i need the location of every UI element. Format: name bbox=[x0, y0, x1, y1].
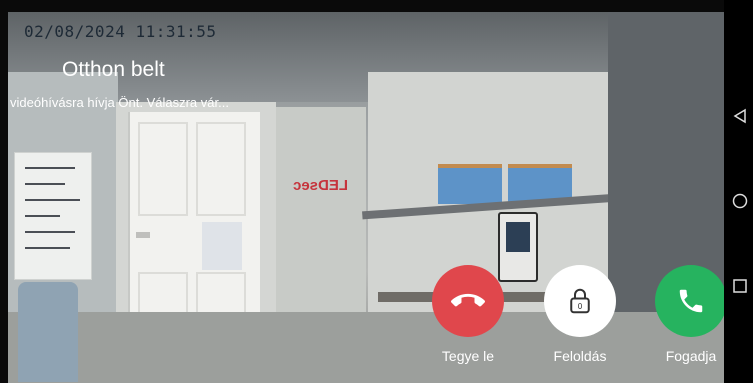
answer-label: Fogadja bbox=[665, 348, 717, 364]
shelf-box bbox=[438, 164, 502, 204]
wall-poster bbox=[14, 152, 92, 280]
unlock-button[interactable]: 0 Feloldás bbox=[535, 265, 625, 364]
back-icon[interactable] bbox=[732, 108, 748, 124]
answer-button[interactable]: Fogadja bbox=[646, 265, 736, 364]
hang-up-icon bbox=[451, 293, 485, 307]
system-nav-bar bbox=[724, 0, 753, 383]
hang-up-button[interactable]: Tegye le bbox=[423, 265, 513, 364]
answer-circle[interactable] bbox=[655, 265, 727, 337]
recents-icon[interactable] bbox=[732, 278, 748, 294]
lock-icon: 0 bbox=[570, 288, 590, 314]
call-status: videóhívásra hívja Önt. Válaszra vár... bbox=[10, 95, 229, 110]
call-screen: LEDsec 02/08/2024 11:31:55 Otthon belt v… bbox=[0, 0, 753, 383]
home-icon[interactable] bbox=[732, 193, 748, 209]
hang-up-circle[interactable] bbox=[432, 265, 504, 337]
hang-up-label: Tegye le bbox=[441, 348, 495, 364]
wall-logo: LEDsec bbox=[293, 177, 349, 194]
chair bbox=[18, 282, 78, 382]
video-timestamp: 02/08/2024 11:31:55 bbox=[24, 22, 217, 41]
unlock-label: Feloldás bbox=[553, 348, 607, 364]
phone-icon bbox=[679, 289, 703, 313]
caller-name: Otthon belt bbox=[62, 58, 165, 81]
unlock-circle[interactable]: 0 bbox=[544, 265, 616, 337]
svg-text:0: 0 bbox=[578, 302, 583, 311]
